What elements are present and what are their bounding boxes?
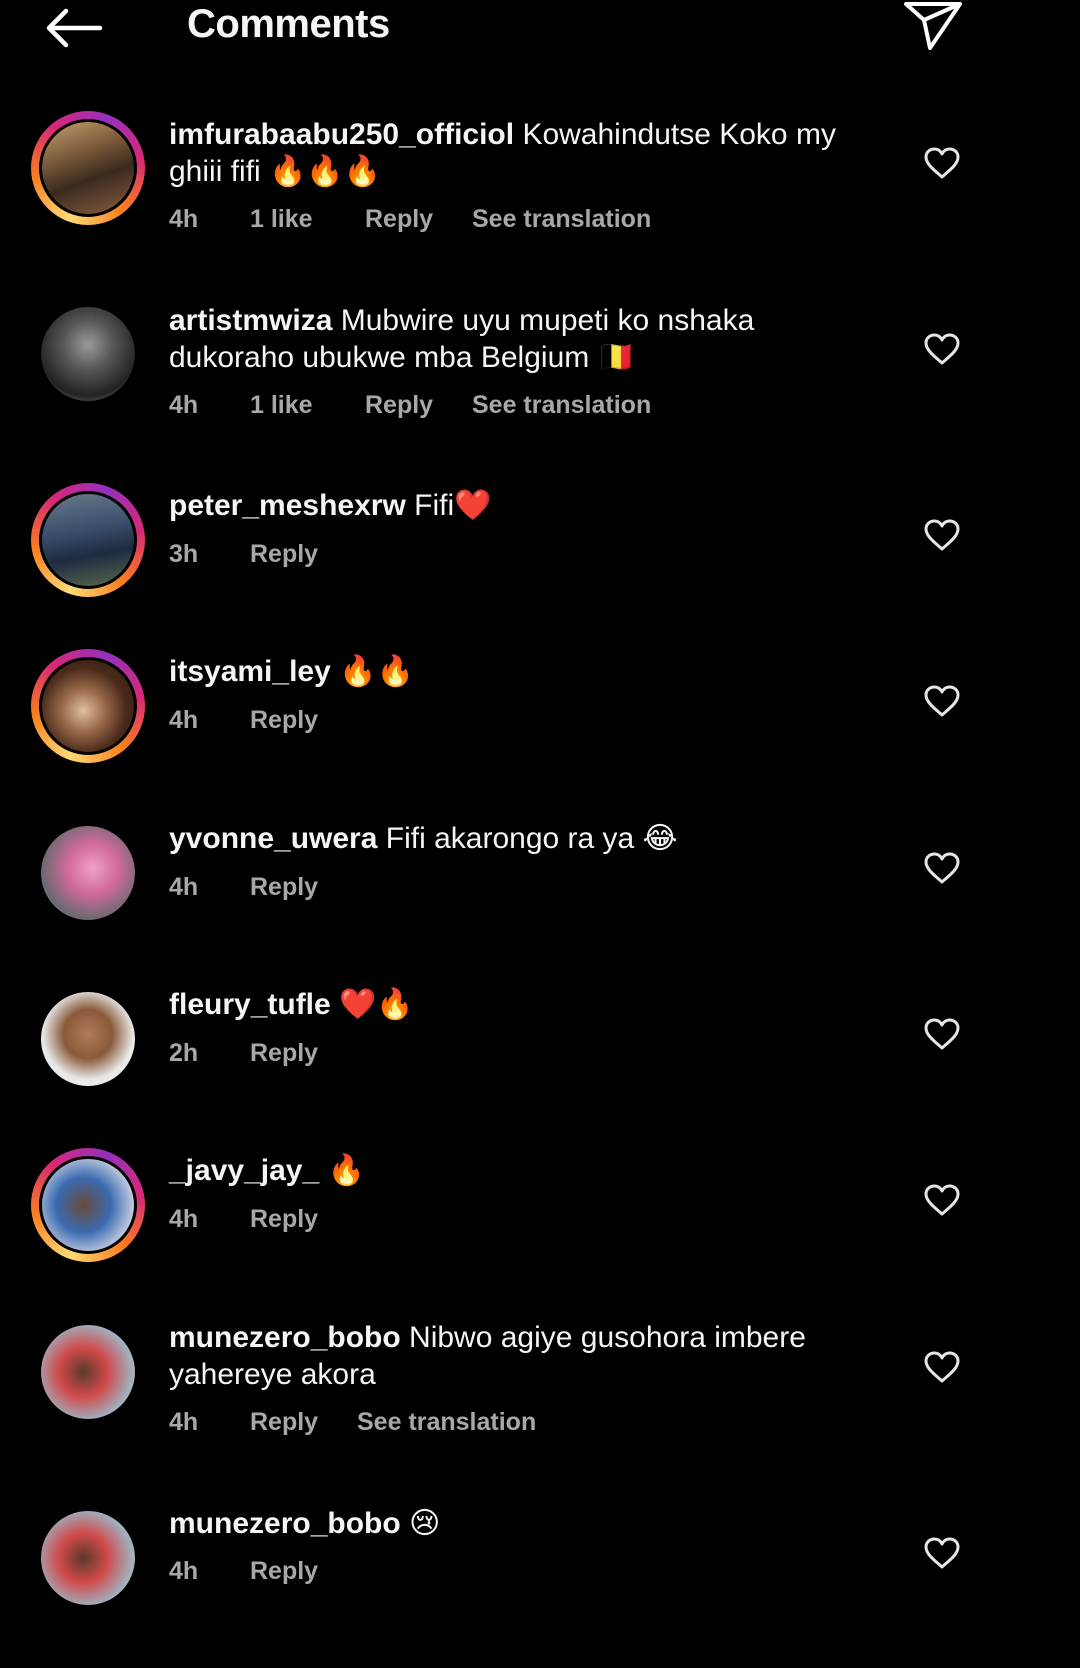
- back-button[interactable]: [40, 4, 104, 52]
- comment-item: imfurabaabu250_officiol Kowahindutse Kok…: [0, 110, 1015, 260]
- reply-button[interactable]: Reply: [250, 706, 318, 735]
- avatar: [39, 491, 137, 589]
- avatar: [39, 1156, 137, 1254]
- paper-plane-icon: [904, 2, 962, 50]
- avatar: [39, 657, 137, 755]
- comment-item: itsyami_ley 🔥🔥 4h Reply: [0, 649, 1015, 769]
- comment-item: munezero_bobo Nibwo agiye gusohora imber…: [0, 1315, 1015, 1465]
- heart-outline-icon[interactable]: [924, 1018, 960, 1050]
- avatar: [41, 1325, 135, 1419]
- comment-text: fleury_tufle ❤️🔥: [169, 986, 869, 1023]
- avatar-story-ring[interactable]: [31, 649, 145, 763]
- comment-time: 4h: [169, 1205, 199, 1233]
- comment-body: Fifi❤️: [414, 489, 492, 522]
- comment-body: 🔥: [327, 1154, 365, 1187]
- likes-count[interactable]: 1 like: [250, 391, 313, 420]
- comment-text: yvonne_uwera Fifi akarongo ra ya 😂: [169, 820, 869, 857]
- comment-item: fleury_tufle ❤️🔥 2h Reply: [0, 982, 1015, 1102]
- see-translation-button[interactable]: See translation: [472, 205, 651, 234]
- reply-button[interactable]: Reply: [250, 540, 318, 569]
- comment-time: 4h: [169, 873, 199, 901]
- comment-text: imfurabaabu250_officiol Kowahindutse Kok…: [169, 116, 869, 190]
- avatar-wrap[interactable]: [31, 982, 145, 1096]
- comment-time: 4h: [169, 1408, 199, 1436]
- see-translation-button[interactable]: See translation: [357, 1408, 536, 1437]
- reply-button[interactable]: Reply: [250, 1039, 318, 1068]
- comment-text: munezero_bobo 😢: [169, 1505, 869, 1542]
- avatar: [39, 119, 137, 217]
- reply-button[interactable]: Reply: [250, 1557, 318, 1586]
- comment-item: munezero_bobo 😢 4h Reply: [0, 1501, 1015, 1605]
- see-translation-button[interactable]: See translation: [472, 391, 651, 420]
- comment-time: 4h: [169, 706, 199, 734]
- avatar: [41, 992, 135, 1086]
- comment-username[interactable]: fleury_tufle: [169, 988, 331, 1021]
- comment-username[interactable]: yvonne_uwera: [169, 822, 377, 855]
- heart-outline-icon[interactable]: [924, 685, 960, 717]
- reply-button[interactable]: Reply: [365, 391, 433, 420]
- comment-body: 🔥🔥: [339, 655, 414, 688]
- reply-button[interactable]: Reply: [250, 1408, 318, 1437]
- avatar-story-ring[interactable]: [31, 111, 145, 225]
- avatar-wrap[interactable]: [31, 816, 145, 930]
- comment-time: 4h: [169, 391, 199, 419]
- reply-button[interactable]: Reply: [250, 1205, 318, 1234]
- comment-item: yvonne_uwera Fifi akarongo ra ya 😂 4h Re…: [0, 816, 1015, 936]
- comment-item: _javy_jay_ 🔥 4h Reply: [0, 1148, 1015, 1268]
- arrow-left-icon: [46, 8, 103, 48]
- avatar-wrap[interactable]: [31, 1501, 145, 1615]
- reply-button[interactable]: Reply: [250, 873, 318, 902]
- heart-outline-icon[interactable]: [924, 1184, 960, 1216]
- likes-count[interactable]: 1 like: [250, 205, 313, 234]
- heart-outline-icon[interactable]: [924, 1537, 960, 1569]
- reply-button[interactable]: Reply: [365, 205, 433, 234]
- comment-text: munezero_bobo Nibwo agiye gusohora imber…: [169, 1319, 869, 1393]
- comment-text: _javy_jay_ 🔥: [169, 1152, 869, 1189]
- comment-text: itsyami_ley 🔥🔥: [169, 653, 869, 690]
- comment-item: artistmwiza Mubwire uyu mupeti ko nshaka…: [0, 297, 1015, 447]
- comment-username[interactable]: _javy_jay_: [169, 1154, 319, 1187]
- comment-text: peter_meshexrw Fifi❤️: [169, 487, 869, 524]
- avatar-story-ring[interactable]: [31, 483, 145, 597]
- avatar: [41, 826, 135, 920]
- avatar-wrap[interactable]: [31, 1315, 145, 1429]
- comment-body: Fifi akarongo ra ya 😂: [385, 822, 678, 855]
- comment-time: 2h: [169, 1039, 199, 1067]
- comment-time: 4h: [169, 1557, 199, 1585]
- heart-outline-icon[interactable]: [924, 333, 960, 365]
- comment-username[interactable]: imfurabaabu250_officiol: [169, 118, 514, 151]
- comment-time: 3h: [169, 540, 199, 568]
- comment-username[interactable]: itsyami_ley: [169, 655, 331, 688]
- comment-body: 😢: [409, 1507, 441, 1540]
- heart-outline-icon[interactable]: [924, 147, 960, 179]
- comment-username[interactable]: munezero_bobo: [169, 1321, 401, 1354]
- comment-username[interactable]: peter_meshexrw: [169, 489, 406, 522]
- share-button[interactable]: [900, 0, 966, 54]
- page-title: Comments: [187, 2, 390, 46]
- comment-username[interactable]: munezero_bobo: [169, 1507, 401, 1540]
- header-bar: Comments: [0, 0, 1015, 60]
- avatar-story-ring[interactable]: [31, 1148, 145, 1262]
- heart-outline-icon[interactable]: [924, 852, 960, 884]
- avatar-wrap[interactable]: [31, 297, 145, 411]
- heart-outline-icon[interactable]: [924, 519, 960, 551]
- avatar: [41, 307, 135, 401]
- comment-item: peter_meshexrw Fifi❤️ 3h Reply: [0, 483, 1015, 603]
- comment-text: artistmwiza Mubwire uyu mupeti ko nshaka…: [169, 302, 869, 376]
- comment-username[interactable]: artistmwiza: [169, 304, 332, 337]
- avatar: [41, 1511, 135, 1605]
- comment-time: 4h: [169, 205, 199, 233]
- comment-body: ❤️🔥: [339, 988, 414, 1021]
- heart-outline-icon[interactable]: [924, 1351, 960, 1383]
